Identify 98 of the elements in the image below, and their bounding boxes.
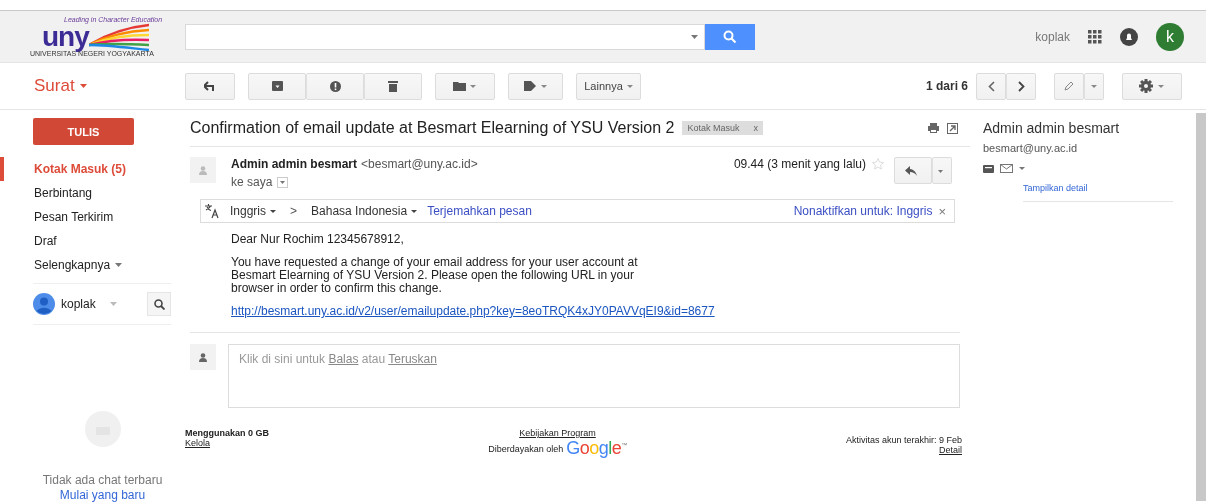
next-button[interactable] (1006, 72, 1036, 100)
policy-link[interactable]: Kebijakan Program (519, 428, 596, 438)
delete-button[interactable] (364, 72, 422, 100)
message-time: 09.44 (3 menit yang lalu) (733, 157, 866, 171)
scrollbar[interactable] (1196, 113, 1206, 501)
translate-icon (204, 203, 220, 219)
arrow-text: > (290, 204, 298, 218)
powered-by-text: Diberdayakan oleh (488, 443, 564, 454)
contact-email: besmart@uny.ac.id (983, 142, 1079, 154)
caret-icon (109, 302, 117, 306)
confirmation-link[interactable]: http://besmart.uny.ac.id/v2/user/emailupdate.php?key=8eoTRQK4xJY0PAVVqEI9&id=8677 (231, 304, 715, 318)
reply-icon (905, 166, 917, 176)
caret-icon (280, 180, 286, 184)
person-icon (199, 165, 207, 175)
chat-user-name[interactable]: koplak (61, 297, 96, 311)
settings-icon (1139, 79, 1165, 93)
archive-icon (271, 81, 283, 91)
tag-caret-icon (523, 80, 548, 92)
google-logo: Google$^{™}$ (566, 438, 627, 459)
folder-item[interactable]: Draf (0, 229, 185, 253)
back-button[interactable] (185, 72, 235, 100)
folder-item[interactable]: Pesan Terkirim (0, 205, 185, 229)
apps-icon[interactable] (1088, 29, 1102, 44)
alert-icon (329, 80, 341, 92)
reply-prompt: Klik di sini untuk Balas atau Teruskan (239, 352, 437, 366)
caret-icon (691, 34, 698, 39)
page-counter: 1 dari 6 (925, 79, 968, 93)
print-icon[interactable] (928, 122, 939, 133)
app-menu[interactable]: Surat (34, 76, 87, 96)
close-button[interactable]: × (938, 203, 946, 219)
account-avatar[interactable]: k (1156, 22, 1184, 51)
caret-icon (1091, 84, 1097, 88)
label-button[interactable] (508, 72, 563, 100)
ribbon-drawing (88, 22, 149, 51)
compose-button[interactable]: TULIS (33, 118, 134, 145)
caret-icon (115, 263, 123, 267)
folder-item[interactable]: Berbintang (0, 181, 185, 205)
details-dropdown[interactable] (277, 176, 289, 188)
start-chat-link[interactable]: Mulai yang baru (59, 488, 146, 502)
caret-icon (270, 209, 277, 213)
caret-icon (79, 84, 87, 88)
previous-button[interactable] (976, 72, 1006, 100)
search-button[interactable] (705, 23, 755, 50)
sender-name[interactable]: Admin admin besmart (231, 157, 358, 171)
translate-link[interactable]: Terjemahkan pesan (427, 204, 532, 218)
person-icon (199, 352, 207, 362)
reply-button[interactable] (894, 157, 932, 184)
body-paragraph: Dear Nur Rochim 12345678912, (231, 233, 405, 246)
move-button[interactable] (435, 72, 495, 100)
remove-label-button[interactable]: x (753, 123, 758, 133)
contact-name: Admin admin besmart (983, 120, 1121, 136)
folder-item[interactable]: Kotak Masuk (5) (0, 157, 185, 181)
more-button[interactable]: Lainnya (576, 72, 641, 100)
chat-search-button[interactable] (147, 292, 171, 316)
star-icon[interactable] (872, 158, 884, 170)
show-details-link[interactable]: Tampilkan detail (1023, 183, 1173, 202)
body-paragraph: You have requested a change of your email address for your user account at Besmart Elearning of YSU Version 2. Please open the following URL in your browser in order to confirm this change. (231, 256, 639, 295)
caret-icon (626, 84, 633, 88)
reply-field[interactable]: Klik di sini untuk Balas atau Teruskan (228, 344, 960, 408)
search-field[interactable] (185, 23, 705, 50)
envelope-icon[interactable] (1000, 164, 1013, 173)
caret-icon (411, 209, 418, 213)
chevron-left-icon (987, 80, 995, 92)
message-subject: Confirmation of email update at Besmart Elearning of YSU Version 2 (190, 119, 675, 137)
card-icon[interactable] (983, 164, 994, 173)
reply-link[interactable]: Balas (328, 352, 359, 366)
input-tools-menu-button[interactable] (1084, 72, 1104, 100)
notification-icon[interactable] (1120, 27, 1138, 46)
disable-translation-link[interactable]: Nonaktifkan untuk: Inggris (793, 204, 933, 218)
input-tools-button[interactable] (1054, 72, 1084, 100)
archive-button[interactable] (248, 72, 306, 100)
trash-icon (388, 80, 398, 92)
manage-link[interactable]: Kelola (185, 438, 269, 448)
more-item[interactable]: Selengkapnya (0, 253, 185, 277)
inbox-label-tag: Kotak Masuk x (682, 121, 763, 135)
sender-email: <besmart@uny.ac.id> (361, 157, 478, 171)
spam-button[interactable] (306, 72, 364, 100)
details-link[interactable]: Detail (939, 445, 962, 455)
empty-chat-text: Tidak ada chat terbaru (42, 473, 163, 488)
chevron-right-icon (1017, 80, 1025, 92)
recipient-text: ke saya (231, 175, 273, 189)
new-window-icon[interactable] (947, 122, 958, 134)
search-icon (723, 29, 737, 44)
caret-icon[interactable] (1019, 167, 1025, 170)
last-activity-text: Aktivitas akun terakhir: 9 Feb (845, 435, 962, 445)
back-arrow-icon (204, 81, 216, 91)
settings-button[interactable] (1122, 72, 1182, 100)
caret-icon (937, 169, 943, 173)
forward-link[interactable]: Teruskan (388, 352, 437, 366)
target-language-dropdown[interactable]: Bahasa Indonesia (311, 204, 418, 218)
source-language-dropdown[interactable]: Inggris (230, 204, 277, 218)
storage-usage: Menggunakan 0 GB (185, 428, 269, 438)
user-avatar-icon (33, 293, 55, 315)
search-icon (153, 298, 165, 310)
account-name[interactable]: koplak (1035, 29, 1070, 44)
logo-wordmark: uny (42, 23, 89, 50)
pencil-icon (1064, 81, 1074, 91)
folder-caret-icon (453, 81, 477, 91)
